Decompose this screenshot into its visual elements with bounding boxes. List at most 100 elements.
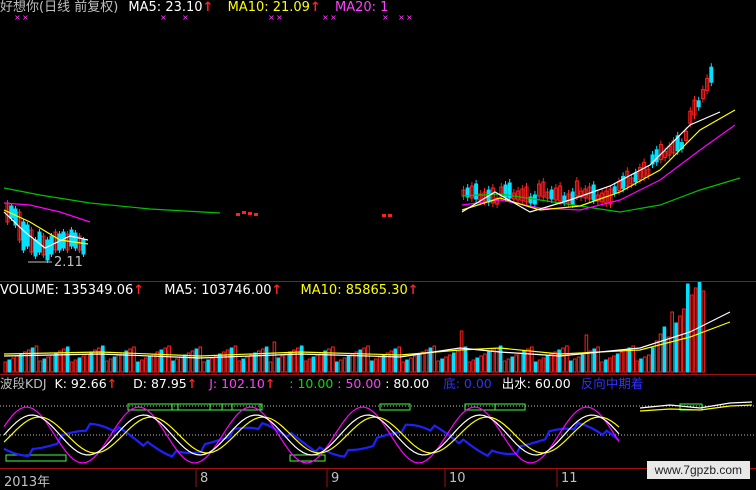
volume-bar: [526, 348, 530, 373]
volume-bar: [409, 357, 413, 373]
price-candle: [21, 221, 26, 251]
volume-bar: [120, 352, 125, 373]
volume-bar: [292, 349, 296, 373]
volume-chart: [3, 282, 731, 373]
volume-bar: [647, 354, 651, 373]
signal-mark-icon: ×: [160, 13, 167, 22]
kdj-k-line: [639, 401, 753, 409]
volume-bar: [448, 354, 452, 373]
volume-bar: [643, 356, 647, 373]
volume-bar: [444, 356, 448, 373]
volume-bar: [54, 352, 58, 373]
site-watermark: www.7gpzb.com: [646, 461, 750, 479]
x-axis-label-8: 8: [200, 471, 209, 486]
volume-bar: [11, 357, 15, 373]
volume-bar: [596, 346, 600, 373]
volume-bar: [116, 354, 121, 373]
volume-bar: [46, 356, 51, 373]
price-panel[interactable]: 好想你(日线 前复权) MA5: 23.10↑ MA10: 21.09↑ MA2…: [0, 0, 756, 280]
volume-bar: [229, 347, 234, 373]
signal-mark-icon: ×: [382, 13, 389, 22]
signal-mark-icon: ×: [14, 13, 21, 22]
volume-bar: [459, 330, 464, 373]
x-axis-label-10: 10: [449, 471, 466, 486]
volume-bar: [475, 357, 479, 373]
volume-bar: [315, 354, 320, 373]
volume-bar: [627, 347, 632, 373]
volume-bar: [487, 351, 491, 373]
volume-bar: [498, 345, 503, 373]
volume-bar: [370, 360, 374, 373]
volume-bar: [147, 355, 152, 373]
volume-bar: [471, 359, 476, 373]
kdj-signal-box: [5, 454, 67, 462]
volume-bar: [588, 350, 593, 373]
volume-bar: [167, 345, 171, 373]
volume-bar: [611, 355, 616, 373]
volume-bar: [58, 350, 62, 373]
volume-bar: [491, 349, 495, 373]
volume-bar: [393, 348, 398, 373]
volume-bar: [104, 360, 109, 373]
volume-bar: [635, 360, 639, 373]
volume-bar: [112, 356, 117, 373]
signal-mark-icon: ×: [406, 13, 413, 22]
volume-bar: [342, 357, 347, 373]
volume-panel[interactable]: VOLUME: 135349.06↑ MA5: 103746.00↑ MA10:…: [0, 282, 756, 374]
volume-bar: [163, 347, 167, 373]
signal-mark-icon: ×: [330, 13, 337, 22]
volume-bar: [483, 353, 487, 373]
price-candle: [633, 172, 638, 183]
kdj-panel[interactable]: 波段KDJ K: 92.66↑ D: 87.95↑ J: 102.10↑ : 1…: [0, 375, 756, 468]
low-price-marker: 2.11: [54, 255, 83, 270]
signal-mark-icon: ×: [322, 13, 329, 22]
volume-bar: [93, 349, 97, 373]
volume-bar: [190, 350, 195, 373]
volume-bar: [85, 353, 90, 373]
volume-bar: [354, 351, 359, 373]
volume-bar: [249, 354, 253, 373]
volume-bar: [374, 358, 378, 373]
x-axis-label-2013: 2013年: [4, 475, 51, 490]
volume-bar: [455, 350, 460, 373]
volume-bar: [346, 355, 351, 373]
price-candle: [382, 214, 386, 217]
volume-bar: [350, 353, 355, 373]
volume-bar: [686, 283, 690, 373]
volume-bar: [206, 359, 210, 373]
volume-bar: [615, 353, 620, 373]
volume-bar: [303, 360, 308, 373]
volume-bar: [533, 361, 538, 373]
volume-bar: [69, 361, 74, 373]
volume-bar: [674, 322, 678, 373]
volume-bar: [658, 333, 663, 373]
signal-mark-icon: ×: [268, 13, 275, 22]
volume-bar: [569, 360, 573, 373]
price-candle: [73, 232, 78, 249]
ma20-line: [461, 124, 736, 211]
volume-bar: [452, 352, 456, 373]
volume-bar: [506, 358, 511, 373]
volume-bar: [623, 349, 628, 373]
volume-bar: [608, 357, 612, 373]
volume-bar: [260, 348, 265, 373]
kdj-signal-box: [379, 403, 411, 411]
price-candle: [474, 183, 479, 200]
volume-bar: [639, 358, 643, 373]
volume-bar: [467, 361, 472, 373]
volume-bar: [549, 353, 554, 373]
volume-bar: [405, 359, 409, 373]
price-candle: [709, 66, 714, 83]
signal-mark-icon: ×: [182, 13, 189, 22]
volume-bar: [268, 361, 273, 373]
volume-bar: [662, 326, 667, 373]
volume-bar: [580, 354, 585, 373]
volume-bar: [479, 355, 483, 373]
price-candle: [248, 212, 252, 215]
volume-bar: [89, 351, 93, 373]
volume-bar: [377, 356, 382, 373]
volume-bar: [81, 355, 86, 373]
volume-bar: [42, 358, 47, 373]
volume-bar: [682, 308, 686, 373]
volume-bar: [210, 357, 214, 373]
